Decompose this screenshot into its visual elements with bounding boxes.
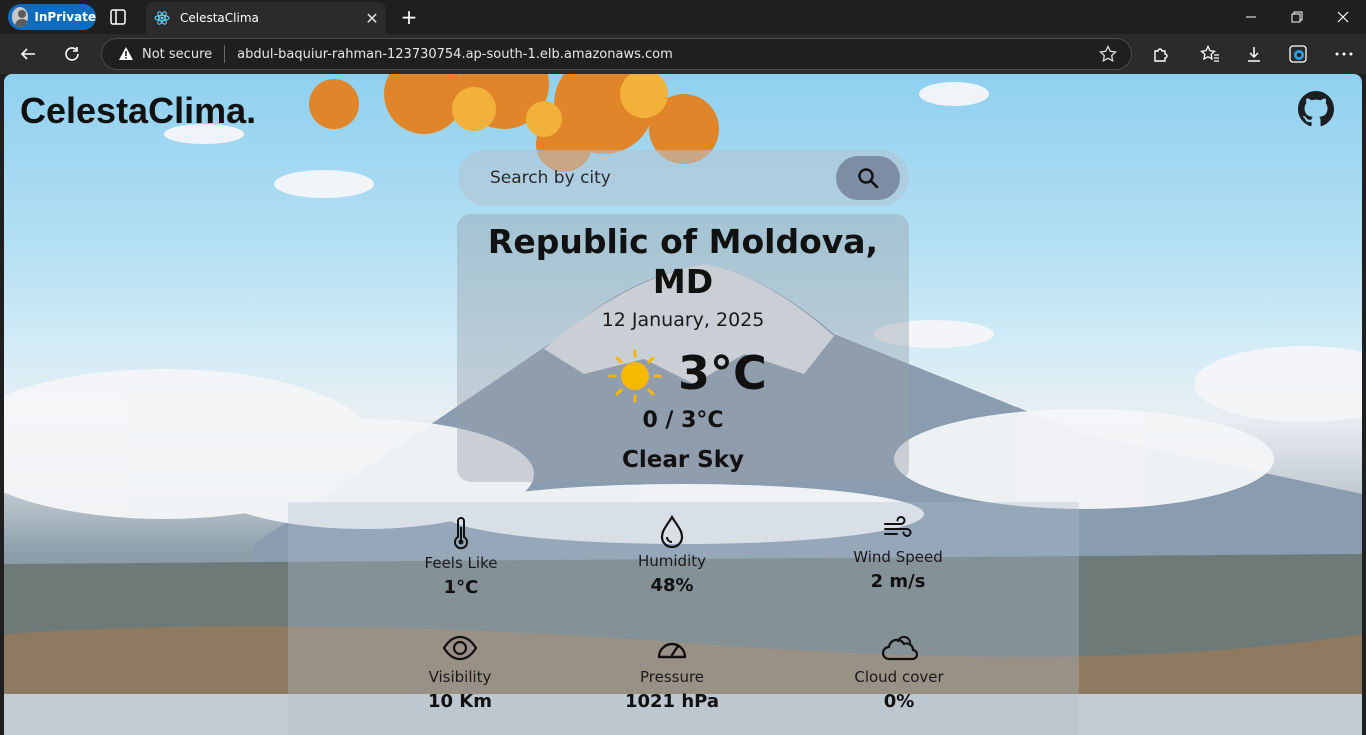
url-text[interactable]: abdul-baquiur-rahman-123730754.ap-south-… (237, 47, 1093, 62)
thermometer-icon (454, 517, 468, 550)
current-temperature: 3°C (678, 346, 767, 400)
weather-details-panel: Feels Like 1°C Humidity 48% Wind Speed 2… (288, 502, 1079, 735)
stat-label: Cloud cover (854, 668, 944, 686)
edge-copilot-icon[interactable] (1284, 40, 1312, 68)
inprivate-button[interactable]: InPrivate (8, 4, 96, 30)
browser-tab[interactable]: CelestaClima ✕ (146, 2, 386, 34)
city-name: Republic of Moldova, MD (487, 222, 879, 301)
more-menu-icon[interactable] (1330, 40, 1358, 68)
stat-pressure: Pressure 1021 hPa (572, 630, 772, 712)
react-favicon-icon (154, 11, 170, 25)
warning-icon (119, 47, 133, 60)
github-icon[interactable] (1298, 91, 1334, 127)
search-button[interactable] (836, 156, 900, 200)
weather-card: Republic of Moldova, MD 12 January, 2025… (457, 214, 909, 482)
page-viewport: CelestaClima. Republic of Moldova, MD 12… (4, 74, 1362, 735)
favorites-icon[interactable] (1196, 40, 1224, 68)
weather-condition: Clear Sky (621, 447, 745, 473)
stat-label: Wind Speed (853, 548, 943, 566)
stat-value: 1°C (443, 577, 479, 598)
address-bar[interactable]: Not secure abdul-baquiur-rahman-12373075… (101, 38, 1132, 70)
stat-label: Pressure (639, 668, 705, 686)
stat-visibility: Visibility 10 Km (360, 630, 560, 712)
inprivate-label: InPrivate (34, 10, 96, 24)
stat-feels-like: Feels Like 1°C (361, 516, 561, 598)
stat-wind-speed: Wind Speed 2 m/s (798, 510, 998, 592)
search-input[interactable] (490, 168, 820, 188)
browser-titlebar: InPrivate CelestaClima ✕ + (0, 0, 1366, 34)
security-label[interactable]: Not secure (142, 47, 212, 62)
cloud-icon (881, 635, 918, 661)
tab-actions-icon[interactable] (108, 7, 128, 27)
downloads-icon[interactable] (1240, 40, 1268, 68)
new-tab-icon[interactable]: + (397, 5, 421, 29)
search-bar (458, 150, 909, 206)
app-logo[interactable]: CelestaClima. (20, 90, 256, 132)
address-separator (224, 45, 226, 63)
stat-value: 10 Km (427, 691, 493, 712)
extensions-icon[interactable] (1147, 40, 1175, 68)
stat-label: Humidity (637, 552, 706, 570)
stat-value: 48% (650, 575, 694, 596)
restore-icon[interactable] (1274, 0, 1320, 34)
close-window-icon[interactable] (1320, 0, 1366, 34)
min-max-temperature: 0 / 3°C (642, 408, 724, 433)
stat-value: 1021 hPa (624, 691, 720, 712)
stat-value: 2 m/s (870, 571, 926, 592)
wind-icon (884, 516, 912, 537)
gauge-icon (657, 642, 687, 659)
profile-avatar (12, 7, 29, 27)
browser-toolbar: Not secure abdul-baquiur-rahman-12373075… (0, 34, 1366, 74)
stat-value: 0% (883, 691, 915, 712)
sun-icon (608, 349, 662, 403)
back-icon[interactable] (14, 40, 42, 68)
droplet-icon (660, 515, 684, 549)
refresh-icon[interactable] (58, 40, 86, 68)
stat-label: Visibility (428, 668, 492, 686)
tab-title: CelestaClima (180, 11, 259, 25)
stat-label: Feels Like (424, 554, 498, 572)
tab-close-icon[interactable]: ✕ (358, 4, 386, 32)
favorite-star-icon[interactable] (1093, 39, 1123, 69)
stat-humidity: Humidity 48% (572, 514, 772, 596)
eye-icon (442, 635, 478, 661)
minimize-icon[interactable] (1228, 0, 1274, 34)
stat-cloud-cover: Cloud cover 0% (799, 630, 999, 712)
weather-date: 12 January, 2025 (601, 309, 765, 331)
search-icon (858, 168, 879, 189)
